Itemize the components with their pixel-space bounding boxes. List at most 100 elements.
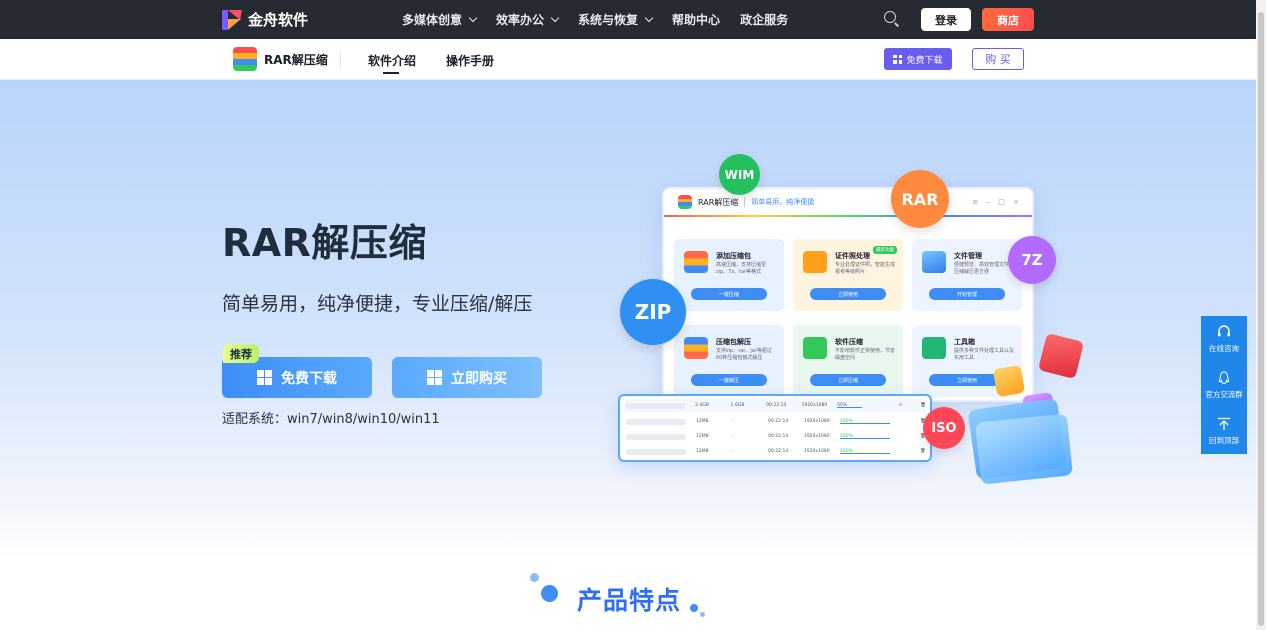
float-label: 回到顶部 bbox=[1209, 435, 1239, 445]
online-consult-button[interactable]: 在线咨询 bbox=[1201, 316, 1247, 362]
cell: 00:22:14 bbox=[768, 419, 789, 424]
brand-logo[interactable]: 金舟软件 bbox=[222, 9, 308, 30]
table-row: 2.4GB 1.6GB 00:22:14 1920x1080 50% × 🗑 bbox=[624, 399, 926, 412]
floating-service-bar: 在线咨询 官方交流群 回到顶部 bbox=[1201, 316, 1247, 454]
recommend-badge: 推荐 bbox=[223, 344, 259, 363]
card-title: 文件管理 bbox=[954, 252, 982, 260]
card-desc: 便捷预览、高效管理文件，压缩解压更方便 bbox=[954, 262, 1015, 275]
card-button: 一键解压 bbox=[691, 374, 767, 386]
feature-card: 最新功能 证件照处理 专业处理证件照，智能生成报考等级照片 立即使用 bbox=[793, 239, 903, 311]
hero-download-button[interactable]: 免费下载 bbox=[222, 357, 372, 398]
windows-icon bbox=[893, 54, 903, 64]
chevron-down-icon bbox=[644, 13, 654, 23]
product-subnav: RAR解压缩 软件介绍 操作手册 bbox=[0, 39, 1256, 80]
progress-cell: 100% bbox=[840, 449, 890, 454]
cell: - bbox=[732, 419, 734, 424]
iso-bubble: ISO bbox=[923, 407, 965, 449]
decor-dot bbox=[541, 585, 558, 602]
card-button: 开始管理 bbox=[929, 288, 1005, 300]
features-title: 产品特点 bbox=[577, 586, 682, 615]
scrollbar-thumb[interactable] bbox=[1258, 12, 1264, 626]
rar-app-icon bbox=[233, 47, 257, 71]
app-title: RAR解压缩 bbox=[698, 197, 739, 207]
page-scrollbar[interactable] bbox=[1256, 0, 1266, 630]
chevron-down-icon bbox=[550, 13, 560, 23]
shop-button[interactable]: 商店 bbox=[982, 8, 1034, 31]
card-desc: 提供多种文件处理工具以及实用工具 bbox=[954, 348, 1015, 361]
progress-bar bbox=[840, 452, 890, 454]
subnav-download-button[interactable]: 免费下载 bbox=[884, 48, 952, 70]
app-slogan: 简单易用，纯净便捷 bbox=[744, 197, 814, 207]
menu-enterprise[interactable]: 政企服务 bbox=[740, 11, 788, 28]
float-label: 官方交流群 bbox=[1205, 389, 1243, 399]
card-button: 立即压缩 bbox=[810, 374, 886, 386]
headset-icon bbox=[1218, 324, 1230, 336]
menu-label: 多媒体创意 bbox=[402, 13, 463, 27]
compress-software-icon bbox=[803, 337, 827, 359]
top-navbar: 金舟软件 多媒体创意 效率办公 系统与恢复 帮助中心 政企服务 登录 商店 bbox=[0, 0, 1256, 39]
menu-help[interactable]: 帮助中心 bbox=[672, 11, 720, 28]
rar-bubble: RAR bbox=[891, 170, 949, 228]
cell: - bbox=[732, 449, 734, 454]
card-desc: 高速压缩，支持压缩至zip、7z、tar等格式 bbox=[716, 262, 767, 275]
chevron-down-icon bbox=[468, 13, 478, 23]
search-icon[interactable] bbox=[884, 11, 900, 27]
qq-group-button[interactable]: 官方交流群 bbox=[1201, 362, 1247, 408]
button-label: 立即购买 bbox=[451, 370, 507, 387]
subnav-buy-button[interactable]: 购 买 bbox=[972, 48, 1024, 70]
tab-intro[interactable]: 软件介绍 bbox=[368, 52, 416, 74]
progress-cell: 50% bbox=[837, 403, 886, 408]
archive-icon bbox=[684, 251, 708, 273]
feature-card: 添加压缩包 高速压缩，支持压缩至zip、7z、tar等格式 一键压缩 bbox=[674, 239, 784, 311]
decor-dot bbox=[700, 612, 705, 617]
app-window-illustration: RAR解压缩 简单易用，纯净便捷 ≡ – □ × 添加压缩包 高速压缩，支持压缩… bbox=[662, 187, 1034, 402]
divider bbox=[340, 52, 341, 68]
menu-multimedia[interactable]: 多媒体创意 bbox=[402, 11, 478, 28]
tab-manual[interactable]: 操作手册 bbox=[446, 52, 494, 69]
decor-dot bbox=[530, 573, 539, 582]
windows-icon bbox=[257, 370, 272, 385]
penguin-icon bbox=[1218, 370, 1230, 384]
product-identity[interactable]: RAR解压缩 bbox=[233, 47, 328, 71]
card-desc: 不影响软件正常使用，节省磁盘空间 bbox=[835, 348, 896, 361]
menu-label: 效率办公 bbox=[496, 13, 545, 27]
cell: 1920x1080 bbox=[801, 403, 828, 408]
hero-subtitle: 简单易用，纯净便捷，专业压缩/解压 bbox=[222, 293, 533, 315]
card-title: 证件照处理 bbox=[835, 252, 870, 260]
hero-buy-button[interactable]: 立即购买 bbox=[392, 357, 542, 398]
cell: 1920x1080 bbox=[804, 434, 830, 439]
card-title: 工具箱 bbox=[954, 338, 975, 346]
cell: 1920x1080 bbox=[804, 419, 830, 424]
arrow-up-icon bbox=[1218, 417, 1230, 430]
progress-bar bbox=[840, 437, 890, 439]
button-label: 免费下载 bbox=[281, 370, 337, 387]
menu-label: 帮助中心 bbox=[672, 13, 721, 27]
compat-systems: 适配系统：win7/win8/win10/win11 bbox=[222, 412, 440, 427]
progress-bar bbox=[840, 422, 890, 424]
zip-bubble: ZIP bbox=[620, 279, 686, 345]
7z-bubble: 7Z bbox=[1008, 236, 1056, 284]
cell: 00:22:14 bbox=[766, 403, 787, 408]
card-title: 软件压缩 bbox=[835, 338, 863, 346]
card-tag: 最新功能 bbox=[873, 246, 897, 254]
windows-icon bbox=[427, 370, 442, 385]
progress-bar bbox=[837, 406, 862, 408]
wim-bubble: WIM bbox=[719, 154, 760, 195]
id-photo-icon bbox=[803, 251, 827, 273]
folder-3d-icon bbox=[967, 396, 1073, 485]
cell: - bbox=[732, 434, 734, 439]
login-button[interactable]: 登录 bbox=[921, 8, 971, 31]
window-controls-icon: ≡ – □ × bbox=[972, 198, 1022, 206]
close-icon: × bbox=[898, 403, 903, 408]
menu-label: 政企服务 bbox=[740, 13, 789, 27]
back-to-top-button[interactable]: 回到顶部 bbox=[1201, 408, 1247, 454]
hero-title: RAR解压缩 bbox=[222, 221, 427, 265]
menu-office[interactable]: 效率办公 bbox=[496, 11, 560, 28]
table-row: 12MB - 00:22:14 1920x1080 100% 🗑 bbox=[624, 415, 926, 428]
cell: 00:22:14 bbox=[768, 434, 789, 439]
brand-name: 金舟软件 bbox=[248, 11, 309, 29]
card-title: 压缩包解压 bbox=[716, 338, 751, 346]
menu-system[interactable]: 系统与恢复 bbox=[578, 11, 654, 28]
cell: 2.4GB bbox=[695, 403, 709, 408]
card-title: 添加压缩包 bbox=[716, 252, 751, 260]
